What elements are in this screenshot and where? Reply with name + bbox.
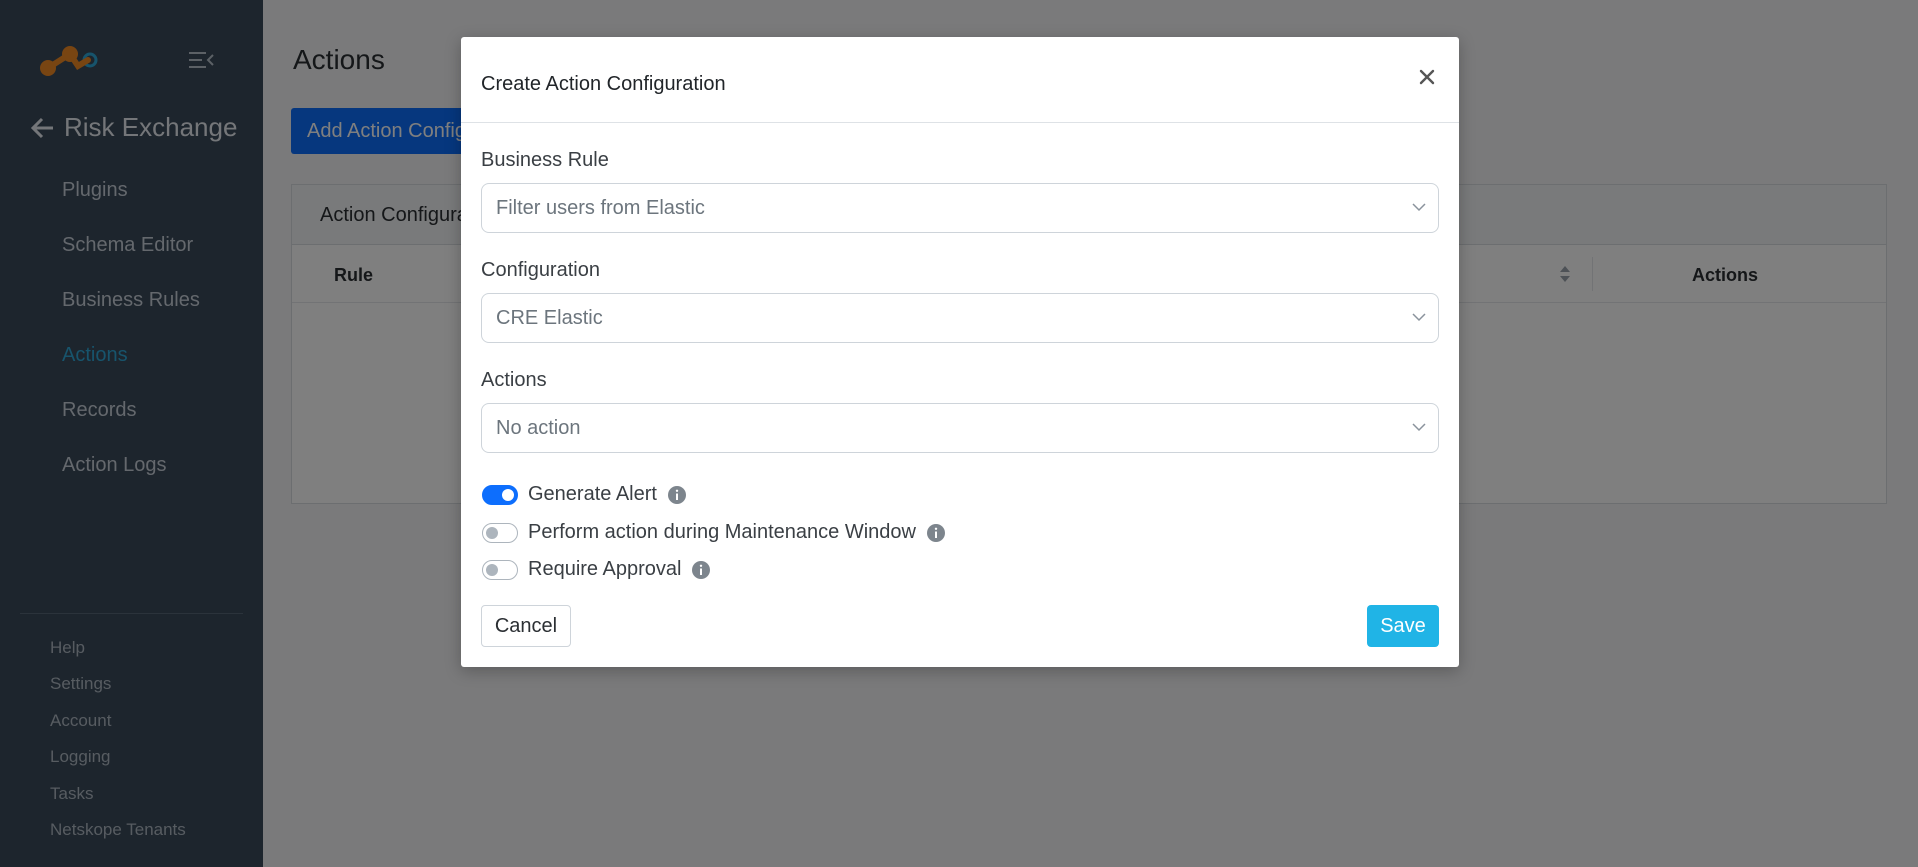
business-rule-value: Filter users from Elastic <box>496 197 705 219</box>
business-rule-select[interactable]: Filter users from Elastic <box>481 183 1439 233</box>
require-approval-row: Require Approval <box>482 558 711 581</box>
generate-alert-label: Generate Alert <box>528 483 657 505</box>
chevron-down-icon <box>1412 203 1426 212</box>
generate-alert-row: Generate Alert <box>482 483 687 506</box>
actions-value: No action <box>496 417 581 439</box>
info-icon[interactable] <box>667 485 687 505</box>
info-icon[interactable] <box>691 560 711 580</box>
maintenance-window-row: Perform action during Maintenance Window <box>482 521 946 544</box>
maintenance-window-label: Perform action during Maintenance Window <box>528 521 916 543</box>
chevron-down-icon <box>1412 423 1426 432</box>
require-approval-toggle[interactable] <box>482 559 518 580</box>
generate-alert-toggle[interactable] <box>482 484 518 505</box>
require-approval-label: Require Approval <box>528 558 682 580</box>
maintenance-window-toggle[interactable] <box>482 522 518 543</box>
actions-select[interactable]: No action <box>481 403 1439 453</box>
business-rule-label: Business Rule <box>481 149 609 171</box>
info-icon[interactable] <box>926 523 946 543</box>
modal-title: Create Action Configuration <box>481 73 726 95</box>
configuration-value: CRE Elastic <box>496 307 603 329</box>
close-icon[interactable] <box>1413 63 1441 91</box>
actions-label: Actions <box>481 369 547 391</box>
configuration-label: Configuration <box>481 259 600 281</box>
configuration-select[interactable]: CRE Elastic <box>481 293 1439 343</box>
chevron-down-icon <box>1412 313 1426 322</box>
modal-header: Create Action Configuration <box>461 37 1459 123</box>
create-action-configuration-modal: Create Action Configuration Business Rul… <box>461 37 1459 667</box>
save-button[interactable]: Save <box>1367 605 1439 647</box>
cancel-button[interactable]: Cancel <box>481 605 571 647</box>
